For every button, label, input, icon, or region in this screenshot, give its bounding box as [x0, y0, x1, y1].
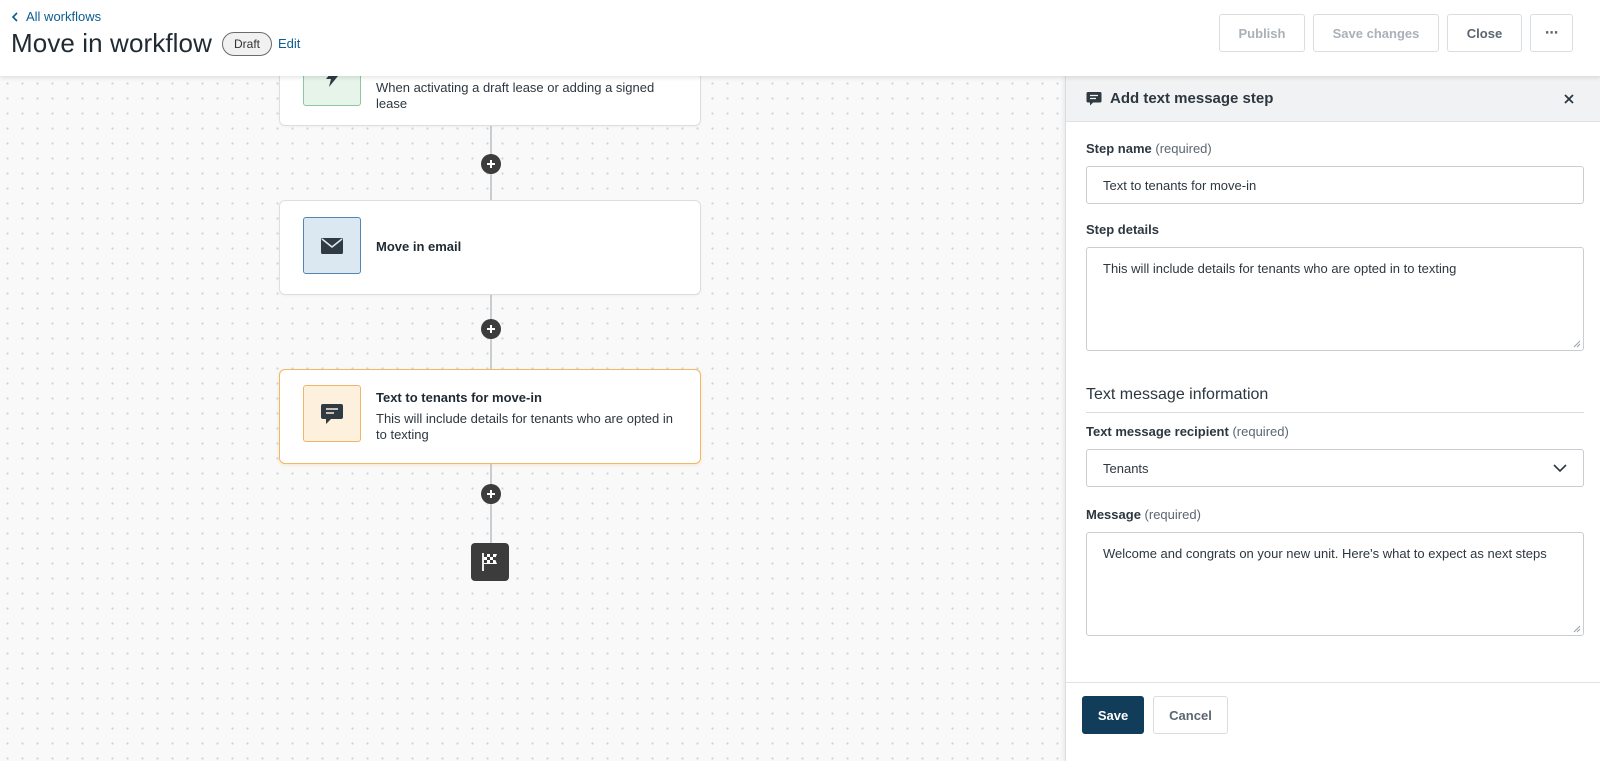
step-name-label-text: Step name [1086, 141, 1152, 156]
save-changes-button[interactable]: Save changes [1313, 14, 1439, 52]
chevron-down-icon [1553, 463, 1567, 472]
resize-handle-icon[interactable] [1573, 625, 1581, 633]
step-details-value: This will include details for tenants wh… [1103, 261, 1457, 276]
step-details-label: Step details [1086, 222, 1159, 237]
close-button[interactable]: Close [1447, 14, 1522, 52]
status-badge: Draft [222, 31, 273, 56]
step-title: Text to tenants for move-in [376, 390, 542, 405]
checkered-flag-icon [482, 553, 497, 571]
recipient-selected-value: Tenants [1103, 460, 1149, 476]
envelope-icon [303, 217, 361, 274]
add-step-button[interactable] [481, 484, 501, 504]
save-button[interactable]: Save [1082, 696, 1144, 734]
publish-button[interactable]: Publish [1219, 14, 1305, 52]
message-label: Message (required) [1086, 507, 1201, 522]
section-title: Text message information [1086, 386, 1269, 403]
chevron-left-icon [11, 11, 18, 22]
resize-handle-icon[interactable] [1573, 340, 1581, 348]
required-indicator: (required) [1155, 141, 1212, 156]
chat-message-icon [303, 385, 361, 442]
message-textarea[interactable]: Welcome and congrats on your new unit. H… [1086, 532, 1584, 636]
required-indicator: (required) [1144, 507, 1201, 522]
workflow-end-node [471, 543, 509, 581]
title-row: Move in workflow Draft Edit [11, 28, 300, 59]
add-step-button[interactable] [481, 154, 501, 174]
lightning-icon [303, 76, 361, 106]
step-title: Move in email [376, 239, 462, 254]
close-icon [1564, 94, 1574, 104]
close-panel-button[interactable] [1560, 90, 1578, 108]
step-details-textarea[interactable]: This will include details for tenants wh… [1086, 247, 1584, 351]
page-header: All workflows Move in workflow Draft Edi… [0, 0, 1600, 76]
add-step-button[interactable] [481, 319, 501, 339]
all-workflows-link[interactable]: All workflows [10, 9, 101, 24]
section-divider [1086, 412, 1584, 413]
workflow-step-trigger[interactable]: When activating a draft lease or adding … [279, 76, 701, 126]
plus-icon [487, 325, 495, 333]
step-name-label: Step name (required) [1086, 141, 1212, 156]
panel-header: Add text message step [1066, 76, 1600, 122]
cancel-button[interactable]: Cancel [1153, 696, 1228, 734]
chat-message-icon [1086, 91, 1102, 105]
more-options-button[interactable]: ⋯ [1530, 14, 1573, 52]
workflow-step-text-message[interactable]: Text to tenants for move-in This will in… [279, 369, 701, 464]
workflow-canvas: When activating a draft lease or adding … [0, 76, 1065, 761]
add-text-message-panel: Add text message step Step name (require… [1065, 76, 1600, 761]
message-label-text: Message [1086, 507, 1141, 522]
page-title: Move in workflow [11, 28, 212, 58]
workflow-step-email[interactable]: Move in email [279, 200, 701, 295]
step-description: This will include details for tenants wh… [376, 411, 673, 442]
recipient-select[interactable]: Tenants [1086, 449, 1584, 487]
recipient-label: Text message recipient (required) [1086, 424, 1289, 439]
panel-title: Add text message step [1110, 90, 1274, 107]
all-workflows-label: All workflows [26, 9, 102, 24]
message-value: Welcome and congrats on your new unit. H… [1103, 546, 1547, 561]
step-description: When activating a draft lease or adding … [376, 80, 655, 111]
plus-icon [487, 160, 495, 168]
recipient-label-text: Text message recipient [1086, 424, 1229, 439]
required-indicator: (required) [1232, 424, 1289, 439]
step-name-input[interactable]: Text to tenants for move-in [1086, 166, 1584, 204]
plus-icon [487, 490, 495, 498]
edit-title-link[interactable]: Edit [278, 36, 300, 51]
panel-footer: Save Cancel [1066, 682, 1600, 761]
